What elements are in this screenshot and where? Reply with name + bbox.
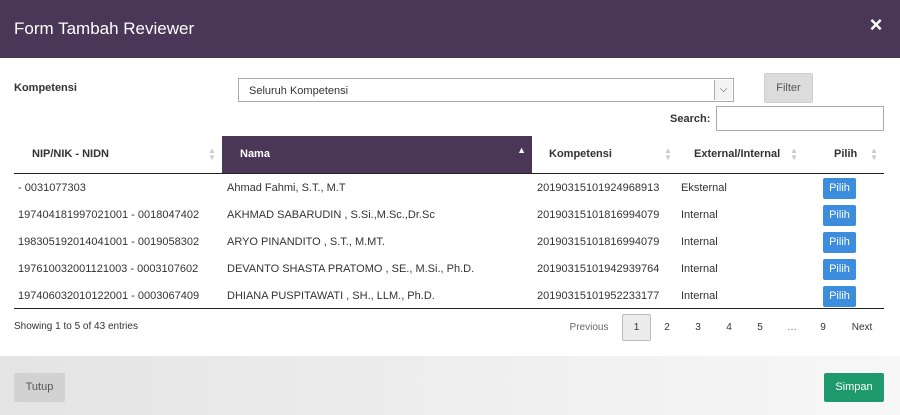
cell-nip: 197406032010122001 - 0003067409	[18, 290, 200, 302]
pagination-previous[interactable]: Previous	[565, 314, 613, 341]
sort-ascending-icon: ▲	[517, 145, 526, 155]
cell-nama: DHIANA PUSPITAWATI , SH., LLM., Ph.D.	[227, 290, 435, 302]
column-header-label: Pilih	[834, 148, 858, 160]
pilih-button[interactable]: Pilih	[823, 232, 856, 253]
cell-type: Eksternal	[681, 182, 727, 194]
table-header: NIP/NIK - NIDN ▲ ▼ Nama ▲ Kompetensi ▲ ▼ E…	[14, 136, 884, 174]
column-header-label: NIP/NIK - NIDN	[32, 148, 109, 160]
column-header-nip[interactable]: NIP/NIK - NIDN ▲ ▼	[14, 136, 222, 173]
cell-type: Internal	[681, 263, 718, 275]
table-row: 197610032001121003 - 0003107602 DEVANTO …	[14, 256, 884, 283]
save-button[interactable]: Simpan	[824, 373, 884, 402]
table-row: 198305192014041001 - 0019058302 ARYO PIN…	[14, 229, 884, 256]
kompetensi-label: Kompetensi	[14, 82, 77, 94]
sort-icon: ▲ ▼	[664, 146, 672, 162]
table-bottom-border	[14, 308, 884, 309]
modal-footer	[0, 356, 900, 415]
filter-button[interactable]: Filter	[764, 73, 813, 103]
modal-header: Form Tambah Reviewer ×	[0, 0, 900, 58]
pagination-info: Showing 1 to 5 of 43 entries	[14, 321, 138, 332]
search-input[interactable]	[716, 106, 884, 131]
close-button[interactable]: Tutup	[14, 373, 65, 402]
cell-type: Internal	[681, 236, 718, 248]
table-row: 197406032010122001 - 0003067409 DHIANA P…	[14, 283, 884, 310]
column-header-label: Kompetensi	[549, 148, 612, 160]
cell-nip: 197610032001121003 - 0003107602	[18, 263, 199, 275]
chevron-down-icon: ⌵	[714, 80, 732, 100]
column-header-label: External/Internal	[694, 148, 781, 160]
cell-type: Internal	[681, 290, 718, 302]
pagination-page-current[interactable]: 1	[622, 314, 651, 341]
pilih-button[interactable]: Pilih	[823, 178, 856, 199]
pagination-next[interactable]: Next	[847, 314, 877, 341]
pilih-button[interactable]: Pilih	[823, 286, 856, 307]
column-header-nama[interactable]: Nama ▲	[222, 136, 532, 173]
cell-nama: ARYO PINANDITO , S.T., M.MT.	[227, 236, 385, 248]
kompetensi-select[interactable]: Seluruh Kompetensi ⌵	[238, 78, 734, 102]
cell-kompetensi: 20190315101816994079	[537, 236, 660, 248]
column-header-type[interactable]: External/Internal ▲ ▼	[678, 136, 804, 173]
table-row: 197404181997021001 - 0018047402 AKHMAD S…	[14, 202, 884, 229]
search-label: Search:	[670, 113, 711, 125]
cell-nama: AKHMAD SABARUDIN , S.Si.,M.Sc.,Dr.Sc	[227, 209, 435, 221]
column-header-label: Nama	[240, 148, 270, 160]
pagination-page[interactable]: 3	[686, 314, 710, 341]
modal-title: Form Tambah Reviewer	[14, 19, 195, 38]
cell-nip: 197404181997021001 - 0018047402	[18, 209, 200, 221]
column-header-pilih[interactable]: Pilih ▲ ▼	[804, 136, 884, 173]
sort-icon: ▲ ▼	[790, 146, 798, 162]
table-row: - 0031077303 Ahmad Fahmi, S.T., M.T 2019…	[14, 175, 884, 202]
cell-kompetensi: 20190315101924968913	[537, 182, 660, 194]
cell-kompetensi: 20190315101942939764	[537, 263, 660, 275]
pagination-page[interactable]: 5	[748, 314, 772, 341]
sort-icon: ▲ ▼	[870, 146, 878, 162]
cell-nama: DEVANTO SHASTA PRATOMO , SE., M.Si., Ph.…	[227, 263, 475, 275]
cell-nip: - 0031077303	[18, 182, 86, 194]
close-icon[interactable]: ×	[866, 14, 886, 36]
sort-icon: ▲ ▼	[208, 146, 216, 162]
column-header-kompetensi[interactable]: Kompetensi ▲ ▼	[532, 136, 678, 173]
pagination-page[interactable]: 4	[717, 314, 741, 341]
cell-kompetensi: 20190315101816994079	[537, 209, 660, 221]
cell-type: Internal	[681, 209, 718, 221]
pagination-page[interactable]: 2	[655, 314, 679, 341]
pagination-ellipsis: …	[787, 322, 797, 333]
pilih-button[interactable]: Pilih	[823, 259, 856, 280]
pagination-page[interactable]: 9	[811, 314, 835, 341]
kompetensi-selected-value: Seluruh Kompetensi	[249, 85, 349, 97]
pilih-button[interactable]: Pilih	[823, 205, 856, 226]
cell-nama: Ahmad Fahmi, S.T., M.T	[227, 182, 346, 194]
cell-kompetensi: 20190315101952233177	[537, 290, 660, 302]
cell-nip: 198305192014041001 - 0019058302	[18, 236, 200, 248]
